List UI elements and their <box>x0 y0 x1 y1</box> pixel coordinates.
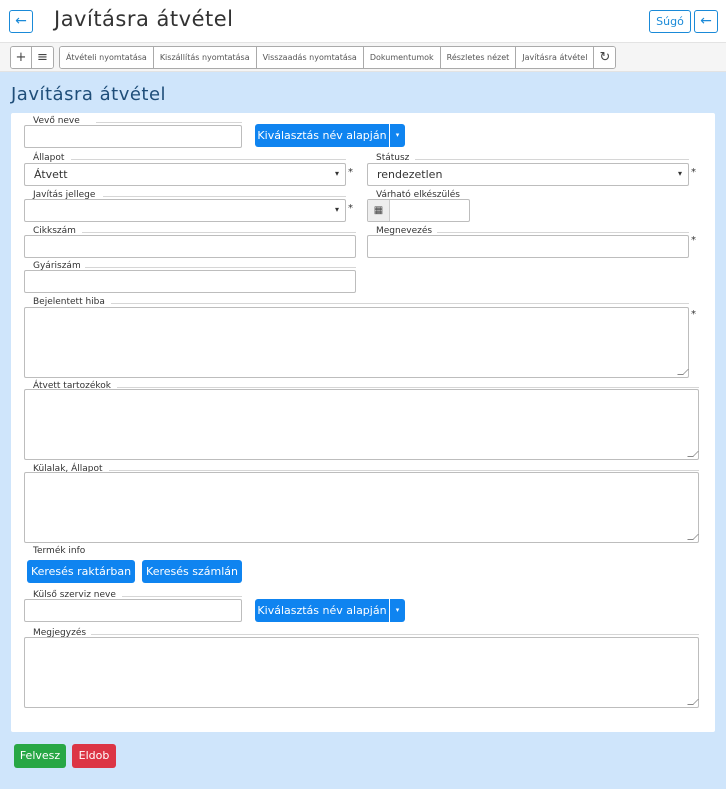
help-button[interactable]: Súgó <box>649 10 691 33</box>
back-arrow-icon[interactable]: ← <box>9 10 33 33</box>
print-delivery-button[interactable]: Kiszállítás nyomtatása <box>153 47 257 68</box>
status-label: Státusz <box>376 153 410 163</box>
label-divider <box>109 470 699 471</box>
select-service-button[interactable]: Kiválasztás név alapján <box>255 599 389 622</box>
back-arrow-icon-right[interactable]: ← <box>694 10 718 33</box>
condition-label: Állapot <box>33 153 65 163</box>
select-service-dropdown-icon[interactable]: ▾ <box>389 599 405 622</box>
resize-handle-icon[interactable] <box>687 451 699 457</box>
search-invoice-button[interactable]: Keresés számlán <box>142 560 242 583</box>
note-textarea[interactable] <box>24 637 699 708</box>
accessories-textarea[interactable] <box>24 389 699 460</box>
name-input[interactable] <box>367 235 689 258</box>
add-button[interactable]: Felvesz <box>14 744 66 768</box>
serial-number-input[interactable] <box>24 270 356 293</box>
select-customer-button[interactable]: Kiválasztás név alapján <box>255 124 389 147</box>
reported-fault-label: Bejelentett hiba <box>33 297 105 307</box>
discard-button[interactable]: Eldob <box>72 744 116 768</box>
condition-select[interactable]: Átvett ▾ <box>24 163 346 186</box>
customer-name-input[interactable] <box>24 125 242 148</box>
label-divider <box>85 267 356 268</box>
required-mark: * <box>691 167 696 178</box>
section-title: Javításra átvétel <box>11 84 167 105</box>
status-select[interactable]: rendezetlen ▾ <box>367 163 689 186</box>
resize-handle-icon[interactable] <box>687 534 699 540</box>
repair-intake-button[interactable]: Javításra átvétel <box>516 47 595 68</box>
status-value: rendezetlen <box>377 168 443 181</box>
toolbar-icon-group: + ≡ <box>10 46 54 69</box>
page-title: Javításra átvétel <box>54 7 234 31</box>
label-divider <box>415 159 689 160</box>
chevron-down-icon: ▾ <box>334 169 339 178</box>
appearance-textarea[interactable] <box>24 472 699 543</box>
calendar-icon[interactable]: ▦ <box>368 200 390 221</box>
external-service-input[interactable] <box>24 599 242 622</box>
print-receipt-button[interactable]: Átvételi nyomtatása <box>60 47 154 68</box>
required-mark: * <box>691 235 696 246</box>
label-divider <box>71 159 346 160</box>
documents-button[interactable]: Dokumentumok <box>363 47 441 68</box>
label-divider <box>91 634 699 635</box>
label-divider <box>122 596 242 597</box>
label-divider <box>82 232 356 233</box>
required-mark: * <box>691 309 696 320</box>
top-bar: ← Javításra átvétel Súgó ← <box>0 0 726 42</box>
label-divider <box>437 232 689 233</box>
detailed-view-button[interactable]: Részletes nézet <box>440 47 517 68</box>
resize-handle-icon[interactable] <box>677 369 689 375</box>
label-divider <box>96 122 242 123</box>
repair-type-select[interactable]: ▾ <box>24 199 346 222</box>
condition-value: Átvett <box>34 168 68 181</box>
product-info-label: Termék info <box>33 546 86 556</box>
required-mark: * <box>348 203 353 214</box>
reported-fault-textarea[interactable] <box>24 307 689 378</box>
chevron-down-icon: ▾ <box>677 169 682 178</box>
label-divider <box>103 196 346 197</box>
print-return-button[interactable]: Visszaadás nyomtatása <box>256 47 364 68</box>
list-icon[interactable]: ≡ <box>32 47 53 68</box>
form-card: Vevő neve Kiválasztás név alapján ▾ Álla… <box>11 113 715 732</box>
refresh-icon[interactable]: ↻ <box>594 47 616 68</box>
expected-completion-input[interactable]: ▦ <box>367 199 470 222</box>
item-number-input[interactable] <box>24 235 356 258</box>
resize-handle-icon[interactable] <box>687 699 699 705</box>
toolbar-action-group: Átvételi nyomtatása Kiszállítás nyomtatá… <box>59 46 617 69</box>
select-customer-dropdown-icon[interactable]: ▾ <box>389 124 405 147</box>
label-divider <box>117 387 699 388</box>
label-divider <box>111 303 689 304</box>
search-stock-button[interactable]: Keresés raktárban <box>27 560 135 583</box>
required-mark: * <box>348 167 353 178</box>
toolbar: + ≡ Átvételi nyomtatása Kiszállítás nyom… <box>0 42 726 72</box>
add-icon[interactable]: + <box>11 47 32 68</box>
chevron-down-icon: ▾ <box>334 205 339 214</box>
